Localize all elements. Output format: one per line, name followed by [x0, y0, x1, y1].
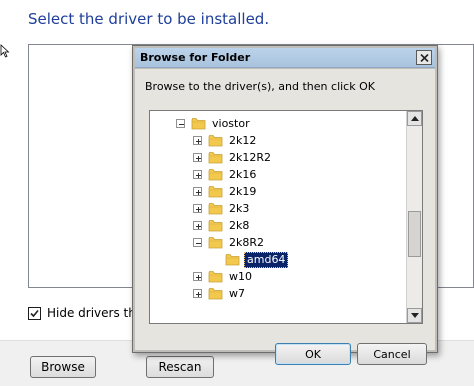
tree-item-label: 2k8: [229, 218, 250, 232]
browse-button[interactable]: Browse: [30, 356, 96, 378]
scroll-up-button[interactable]: [407, 111, 422, 126]
expand-icon[interactable]: [193, 289, 202, 298]
folder-icon: [191, 118, 206, 130]
tree-item-label: w7: [229, 286, 245, 300]
collapse-icon[interactable]: [193, 238, 202, 247]
tree-item-label: w10: [229, 269, 252, 283]
tree-item-2k8R2[interactable]: 2k8R2: [193, 234, 266, 251]
expand-icon[interactable]: [193, 136, 202, 145]
collapse-icon[interactable]: [176, 119, 185, 128]
scroll-down-button[interactable]: [407, 308, 422, 323]
expand-icon[interactable]: [193, 170, 202, 179]
tree-item-2k16[interactable]: 2k16: [193, 166, 258, 183]
folder-tree[interactable]: viostor 2k12 2k12R2 2k16 2k19 2k3 2k8 2k…: [149, 110, 423, 324]
dialog-titlebar[interactable]: Browse for Folder: [135, 48, 435, 68]
dialog-instruction: Browse to the driver(s), and then click …: [145, 80, 375, 93]
tree-item-label-selected: amd64: [244, 251, 289, 268]
arrow-up-icon: [411, 116, 419, 121]
tree-item-2k19[interactable]: 2k19: [193, 183, 258, 200]
dialog-body: Browse to the driver(s), and then click …: [135, 69, 435, 365]
expand-icon[interactable]: [193, 221, 202, 230]
hide-drivers-checkbox[interactable]: [28, 306, 41, 320]
tree-item-label: 2k12R2: [229, 150, 272, 164]
tree-scrollbar[interactable]: [406, 111, 422, 323]
tree-item-w10[interactable]: w10: [193, 268, 254, 285]
expand-icon[interactable]: [193, 153, 202, 162]
tree-item-viostor[interactable]: viostor: [176, 115, 252, 132]
folder-icon: [208, 203, 223, 215]
cancel-button[interactable]: Cancel: [357, 343, 427, 365]
folder-icon: [208, 288, 223, 300]
browse-for-folder-dialog: Browse for Folder Browse to the driver(s…: [132, 45, 438, 365]
tree-item-label: 2k8R2: [229, 235, 265, 249]
expand-icon[interactable]: [193, 272, 202, 281]
tree-item-2k8[interactable]: 2k8: [193, 217, 251, 234]
tree-item-label: 2k12: [229, 133, 257, 147]
folder-icon: [208, 186, 223, 198]
dialog-title: Browse for Folder: [140, 51, 251, 64]
expand-icon[interactable]: [193, 204, 202, 213]
tree-item-amd64[interactable]: amd64: [225, 251, 289, 268]
folder-icon: [208, 271, 223, 283]
tree-item-label: 2k19: [229, 184, 257, 198]
tree-item-2k12[interactable]: 2k12: [193, 132, 258, 149]
ok-button[interactable]: OK: [275, 343, 351, 365]
folder-icon: [208, 220, 223, 232]
tree-item-2k12R2[interactable]: 2k12R2: [193, 149, 273, 166]
folder-icon: [208, 152, 223, 164]
tree-item-w7[interactable]: w7: [193, 285, 247, 302]
mouse-pointer-icon: [0, 44, 10, 58]
folder-icon: [208, 169, 223, 181]
arrow-down-icon: [411, 313, 419, 318]
page-heading: Select the driver to be installed.: [28, 10, 270, 28]
folder-icon: [208, 135, 223, 147]
rescan-button[interactable]: Rescan: [146, 356, 214, 378]
tree-item-label: viostor: [212, 116, 250, 130]
tree-item-2k3[interactable]: 2k3: [193, 200, 251, 217]
expand-icon[interactable]: [193, 187, 202, 196]
scroll-thumb[interactable]: [408, 211, 421, 257]
tree-item-label: 2k16: [229, 167, 257, 181]
folder-icon: [225, 254, 240, 266]
close-button[interactable]: [416, 50, 432, 65]
close-icon: [420, 54, 429, 62]
folder-icon: [208, 237, 223, 249]
checkmark-icon: [30, 309, 39, 317]
tree-item-label: 2k3: [229, 201, 250, 215]
